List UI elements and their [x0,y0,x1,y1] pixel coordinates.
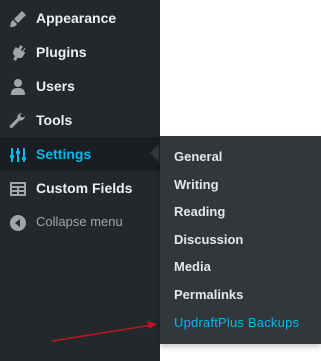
paintbrush-icon [8,9,28,29]
sidebar-item-custom-fields[interactable]: Custom Fields [0,171,160,205]
submenu-item-reading[interactable]: Reading [174,204,225,219]
collapse-menu-button[interactable]: Collapse menu [0,205,160,239]
submenu-item-media[interactable]: Media [174,259,211,274]
submenu-item-discussion[interactable]: Discussion [174,232,243,247]
sidebar-item-tools[interactable]: Tools [0,103,160,137]
sidebar-item-label: Appearance [36,10,117,26]
sidebar-item-settings[interactable]: Settings [0,137,160,171]
custom-fields-icon [8,179,28,199]
sidebar-item-label: Custom Fields [36,180,133,196]
sidebar-item-label: Collapse menu [36,214,123,229]
submenu-item-updraftplus-backups[interactable]: UpdraftPlus Backups [174,315,299,330]
submenu-item-writing[interactable]: Writing [174,177,219,192]
sidebar-item-label: Tools [36,112,73,128]
sidebar-item-label: Plugins [36,44,87,60]
admin-sidebar: Appearance Plugins Users Tools Settings … [0,0,160,361]
sidebar-item-label: Users [36,78,75,94]
settings-submenu: General Writing Reading Discussion Media… [160,136,321,344]
settings-icon [8,145,28,165]
sidebar-item-appearance[interactable]: Appearance [0,1,160,35]
sidebar-item-plugins[interactable]: Plugins [0,35,160,69]
sidebar-item-label: Settings [36,146,92,162]
collapse-icon [8,213,28,233]
wrench-icon [8,111,28,131]
submenu-pointer [150,144,159,162]
plug-icon [8,43,28,63]
submenu-item-permalinks[interactable]: Permalinks [174,287,243,302]
submenu-item-general[interactable]: General [174,149,222,164]
user-icon [8,77,28,97]
sidebar-item-users[interactable]: Users [0,69,160,103]
